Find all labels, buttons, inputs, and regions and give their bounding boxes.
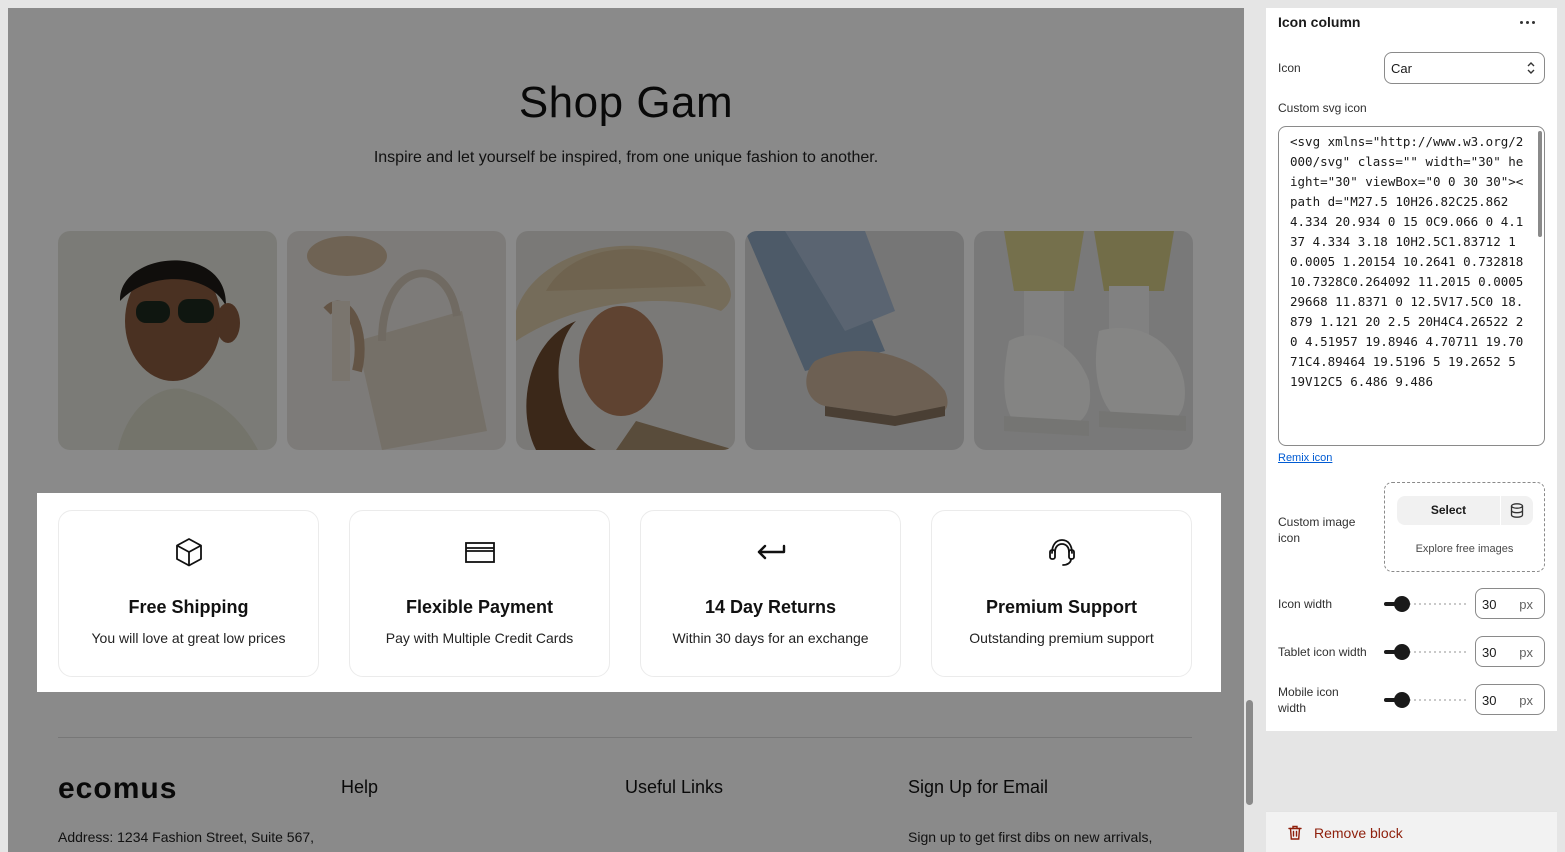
box-icon (175, 538, 202, 567)
footer-address: Address: 1234 Fashion Street, Suite 567, (58, 829, 315, 845)
credit-card-icon (464, 542, 495, 563)
feature-description: You will love at great low prices (91, 630, 286, 646)
slider-knob[interactable] (1394, 644, 1410, 660)
tablet-width-input[interactable]: 30 px (1475, 636, 1545, 667)
dot-icon (1519, 20, 1523, 24)
slider-knob[interactable] (1394, 596, 1410, 612)
section-subtitle: Inspire and let yourself be inspired, fr… (373, 149, 879, 166)
more-options-button[interactable] (1515, 14, 1539, 30)
icon-box-free-shipping[interactable]: Free Shipping You will love at great low… (58, 510, 319, 677)
tablet-width-label: Tablet icon width (1278, 645, 1367, 659)
remix-icon-link[interactable]: Remix icon (1278, 452, 1332, 464)
unit-label: px (1519, 693, 1533, 708)
icon-box-returns[interactable]: 14 Day Returns Within 30 days for an exc… (640, 510, 901, 677)
tablet-width-slider[interactable] (1384, 644, 1468, 660)
gallery-image-loafers[interactable] (745, 231, 964, 450)
custom-svg-label: Custom svg icon (1278, 101, 1367, 115)
footer-heading-help: Help (341, 777, 379, 797)
textarea-scrollbar[interactable] (1538, 131, 1542, 237)
dot-icon (1525, 20, 1529, 24)
gallery-image-sneakers[interactable] (974, 231, 1193, 450)
feature-title: 14 Day Returns (704, 597, 837, 617)
tablet-width-value: 30 (1482, 645, 1497, 660)
custom-image-label: Custom image icon (1278, 515, 1356, 545)
icon-box-flexible-payment[interactable]: Flexible Payment Pay with Multiple Credi… (349, 510, 610, 677)
slider-knob[interactable] (1394, 692, 1410, 708)
image-gallery (58, 231, 1193, 450)
icon-select[interactable]: Car (1384, 52, 1545, 84)
icon-width-input[interactable]: 30 px (1475, 588, 1545, 619)
image-picker: Select Explore free images (1384, 482, 1545, 572)
dot-icon (1531, 20, 1535, 24)
custom-svg-textarea[interactable]: <svg xmlns="http://www.w3.org/2000/svg" … (1278, 126, 1545, 446)
feature-title: Flexible Payment (405, 597, 554, 617)
footer-heading-useful-links: Useful Links (625, 777, 724, 797)
icon-width-label: Icon width (1278, 597, 1333, 611)
icon-box-premium-support[interactable]: Premium Support Outstanding premium supp… (931, 510, 1192, 677)
mobile-width-value: 30 (1482, 693, 1497, 708)
feature-description: Pay with Multiple Credit Cards (385, 630, 574, 646)
headset-icon (1048, 539, 1075, 566)
mobile-width-input[interactable]: 30 px (1475, 684, 1545, 715)
icon-label: Icon (1278, 61, 1301, 75)
return-arrow-icon (757, 544, 785, 560)
select-chevrons-icon (1527, 62, 1535, 74)
media-library-button[interactable] (1501, 496, 1533, 525)
explore-free-images-link[interactable]: Explore free images (1385, 543, 1544, 555)
footer-divider (58, 737, 1192, 738)
unit-label: px (1519, 597, 1533, 612)
feature-title: Premium Support (985, 597, 1137, 617)
feature-description: Outstanding premium support (969, 630, 1154, 646)
database-icon (1510, 503, 1524, 518)
unit-label: px (1519, 645, 1533, 660)
mobile-width-label: Mobile icon width (1278, 685, 1339, 715)
panel-title: Icon column (1278, 14, 1361, 30)
icon-select-value: Car (1391, 61, 1412, 76)
feature-title: Free Shipping (128, 597, 249, 617)
remove-block-button[interactable]: Remove block (1266, 811, 1557, 852)
select-image-button[interactable]: Select (1397, 496, 1500, 525)
icon-width-slider[interactable] (1384, 596, 1468, 612)
footer-heading-signup: Sign Up for Email (908, 777, 1049, 797)
gallery-image-straw-hat[interactable] (516, 231, 735, 450)
storefront-preview: Shop Gam Inspire and let yourself be ins… (8, 8, 1244, 852)
mobile-width-slider[interactable] (1384, 692, 1468, 708)
trash-icon (1288, 825, 1302, 840)
icon-box-section[interactable]: Free Shipping You will love at great low… (37, 493, 1221, 692)
preview-scrollbar[interactable] (1246, 700, 1253, 805)
section-title: Shop Gam (518, 78, 734, 127)
remove-block-label: Remove block (1314, 825, 1403, 841)
footer-signup-text: Sign up to get first dibs on new arrival… (908, 829, 1153, 845)
block-settings-panel: Icon column Icon Car Custom svg icon <sv… (1266, 8, 1557, 731)
icon-width-value: 30 (1482, 597, 1497, 612)
gallery-image-sunglasses[interactable] (58, 231, 277, 450)
custom-svg-code: <svg xmlns="http://www.w3.org/2000/svg" … (1290, 134, 1531, 389)
gallery-image-handbag[interactable] (287, 231, 506, 450)
feature-description: Within 30 days for an exchange (672, 630, 869, 646)
footer-logo[interactable]: ecomus (58, 772, 177, 806)
